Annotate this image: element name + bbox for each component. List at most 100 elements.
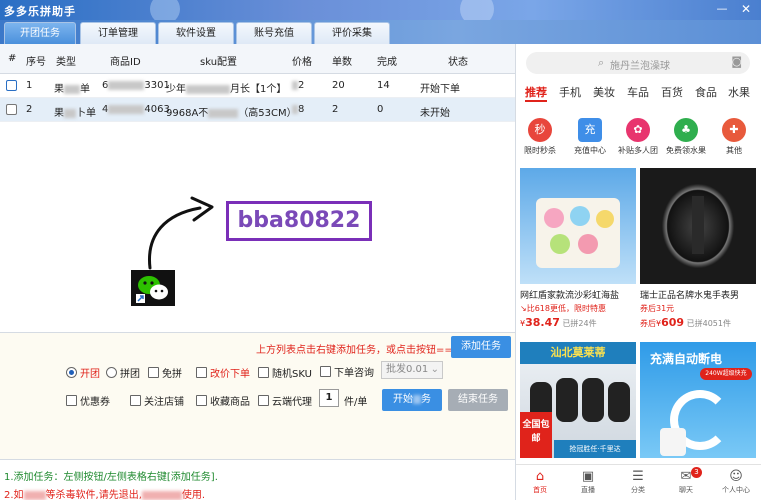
product-promo: 券后31元 — [640, 304, 675, 313]
start-order-button[interactable]: 开始务 — [382, 389, 442, 411]
per-order-unit-label: 件/单 — [344, 397, 368, 408]
recharge-icon: 充 — [578, 118, 602, 142]
category-tab-recommend[interactable]: 推荐 — [525, 84, 547, 100]
favorite-goods-checkbox[interactable]: 收藏商品 — [196, 393, 250, 408]
add-task-tip: 上方列表点击右键添加任务，或点击按钮==>> — [256, 345, 470, 356]
row-quantity: 20 — [332, 80, 345, 91]
promo-contact-id: bba80822 — [226, 201, 372, 241]
category-tab-fruit[interactable]: 水果 — [728, 84, 750, 100]
column-header: # — [8, 53, 17, 64]
row-type: 果单 — [54, 84, 90, 95]
tab-software-settings[interactable]: 软件设置 — [158, 22, 234, 44]
shop-bottom-nav: ⌂ 首页 ▣ 直播 ☰ 分类 ✉ 聊天 ☺ 个人中心 — [516, 464, 761, 500]
product-name: 网红盾家款流沙彩虹海盐 — [520, 291, 620, 301]
window-title: 多多乐拼助手 — [4, 5, 76, 18]
row-product-id: 6 3301 — [102, 80, 170, 91]
product-card[interactable]: 网红盾家款流沙彩虹海盐 ↘比618更低，限时特惠 ¥38.47 已拼24件 — [520, 168, 636, 329]
nav-home[interactable]: ⌂ 首页 — [520, 469, 560, 495]
plus-icon: ✚ — [722, 118, 746, 142]
per-order-quantity-input[interactable]: 1 — [319, 389, 339, 407]
search-icon: ⌕ — [598, 56, 605, 69]
tab-account-recharge[interactable]: 账号充值 — [236, 22, 312, 44]
product-card[interactable]: 瑞士正品名牌水鬼手表男 券后31元 券后¥609 已拼4051件 — [640, 168, 756, 329]
row-type: 果卜单 — [54, 108, 96, 119]
task-table-header: # 序号 类型 商品ID sku配置 价格 单数 完成 状态 — [0, 44, 515, 74]
radio-open-group[interactable]: 开团 — [66, 365, 100, 380]
category-tab-beauty[interactable]: 美妆 — [593, 84, 615, 100]
coupon-checkbox[interactable]: 优惠券 — [66, 393, 110, 408]
chevron-down-icon: ⌄ — [430, 364, 439, 375]
column-header: 价格 — [292, 57, 312, 68]
category-icon: ☰ — [632, 469, 644, 484]
batch-price-select[interactable]: 批发0.01 ⌄ — [381, 361, 443, 379]
add-task-button[interactable]: 添加任务 — [451, 336, 511, 358]
table-row[interactable]: 2 果卜单 4 4063 9968A不 （高53CM） 8 2 0 未开始 — [0, 98, 515, 122]
tab-group-tasks[interactable]: 开团任务 — [4, 22, 76, 44]
column-header: 状态 — [448, 57, 468, 68]
recharge-center-shortcut[interactable]: 充 充值中心 — [568, 118, 612, 156]
task-controls: 上方列表点击右键添加任务，或点击按钮==>> 添加任务 开团 拼团 免拼 改价下… — [0, 332, 515, 459]
radio-button[interactable] — [66, 367, 77, 378]
category-tab-auto[interactable]: 车品 — [627, 84, 649, 100]
row-status: 未开始 — [420, 108, 450, 119]
category-tab-food[interactable]: 食品 — [695, 84, 717, 100]
curved-arrow-icon — [145, 196, 214, 272]
task-panel: # 序号 类型 商品ID sku配置 价格 单数 完成 状态 1 果单 6 330… — [0, 44, 515, 500]
user-icon: ☺ — [729, 469, 743, 484]
radio-button[interactable] — [106, 367, 117, 378]
row-index: 2 — [26, 104, 33, 115]
tab-bar: 开团任务 订单管理 软件设置 账号充值 评价采集 — [0, 20, 761, 44]
row-sku: 少年 月长【1个】 — [166, 84, 287, 95]
row-completed: 0 — [377, 104, 384, 115]
nav-category[interactable]: ☰ 分类 — [618, 469, 658, 495]
product-image: 汕北莫莱蒂 全国包邮 抢冠胜任·千里达 — [520, 342, 636, 458]
category-tab-phone[interactable]: 手机 — [559, 84, 581, 100]
product-price: ¥38.47 已拼24件 — [520, 316, 597, 329]
product-image: 充满自动断电 240W超级快充 — [640, 342, 756, 458]
title-bar: 多多乐拼助手 — ✕ — [0, 0, 761, 26]
table-row[interactable]: 1 果单 6 3301 少年 月长【1个】 2 20 14 开始下单 — [0, 74, 515, 98]
product-price: 券后¥609 已拼4051件 — [640, 316, 731, 329]
radio-join-group[interactable]: 拼团 — [106, 365, 140, 380]
tab-order-management[interactable]: 订单管理 — [80, 22, 156, 44]
product-card[interactable]: 充满自动断电 240W超级快充 — [640, 342, 756, 458]
camera-icon[interactable]: ◙ — [731, 55, 742, 68]
free-fruit-shortcut[interactable]: ♣ 免费领水果 — [664, 118, 708, 156]
product-card[interactable]: 汕北莫莱蒂 全国包邮 抢冠胜任·千里达 — [520, 342, 636, 458]
row-status: 开始下单 — [420, 84, 460, 95]
flash-sale-icon: 秒 — [528, 118, 552, 142]
row-completed: 14 — [377, 80, 390, 91]
end-task-button[interactable]: 结束任务 — [448, 389, 508, 411]
product-promo: ↘比618更低，限时特惠 — [520, 304, 606, 313]
row-checkbox[interactable] — [6, 80, 17, 91]
free-ship-checkbox[interactable]: 免拼 — [148, 365, 182, 380]
row-product-id: 4 4063 — [102, 104, 170, 115]
close-button[interactable]: ✕ — [738, 2, 754, 16]
flash-sale-shortcut[interactable]: 秒 限时秒杀 — [518, 118, 562, 156]
shop-search-input[interactable]: ⌕ 施丹兰泡澡球 ◙ — [526, 52, 750, 74]
home-icon: ⌂ — [535, 469, 545, 484]
tab-review-collection[interactable]: 评价采集 — [314, 22, 390, 44]
cloud-proxy-checkbox[interactable]: 云端代理 — [258, 393, 312, 408]
random-sku-checkbox[interactable]: 随机SKU — [258, 365, 312, 380]
column-header: 商品ID — [110, 57, 141, 68]
row-index: 1 — [26, 80, 33, 91]
more-shortcut[interactable]: ✚ 其他 — [712, 118, 756, 156]
category-tab-general[interactable]: 百货 — [661, 84, 683, 100]
nav-profile[interactable]: ☺ 个人中心 — [716, 469, 756, 495]
column-header: 类型 — [56, 57, 76, 68]
shop-preview-panel: ⌕ 施丹兰泡澡球 ◙ 推荐 手机 美妆 车品 百货 食品 水果 秒 限时秒杀 充… — [515, 44, 761, 500]
row-checkbox[interactable] — [6, 104, 17, 115]
help-line-1: 1.添加任务：左侧按钮/左侧表格右键[添加任务]. — [4, 472, 218, 483]
minimize-button[interactable]: — — [714, 2, 730, 16]
column-header: 完成 — [377, 57, 397, 68]
row-price: 8 — [292, 104, 304, 115]
live-icon: ▣ — [581, 469, 595, 484]
nav-live[interactable]: ▣ 直播 — [568, 469, 608, 495]
follow-store-checkbox[interactable]: 关注店铺 — [130, 393, 184, 408]
group-subsidy-shortcut[interactable]: ✿ 补贴多人团 — [616, 118, 660, 156]
order-consult-checkbox[interactable]: 下单咨询 — [320, 364, 374, 379]
change-price-checkbox[interactable]: 改价下单 — [196, 365, 250, 380]
flower-icon: ✿ — [626, 118, 650, 142]
column-header: 单数 — [332, 57, 352, 68]
